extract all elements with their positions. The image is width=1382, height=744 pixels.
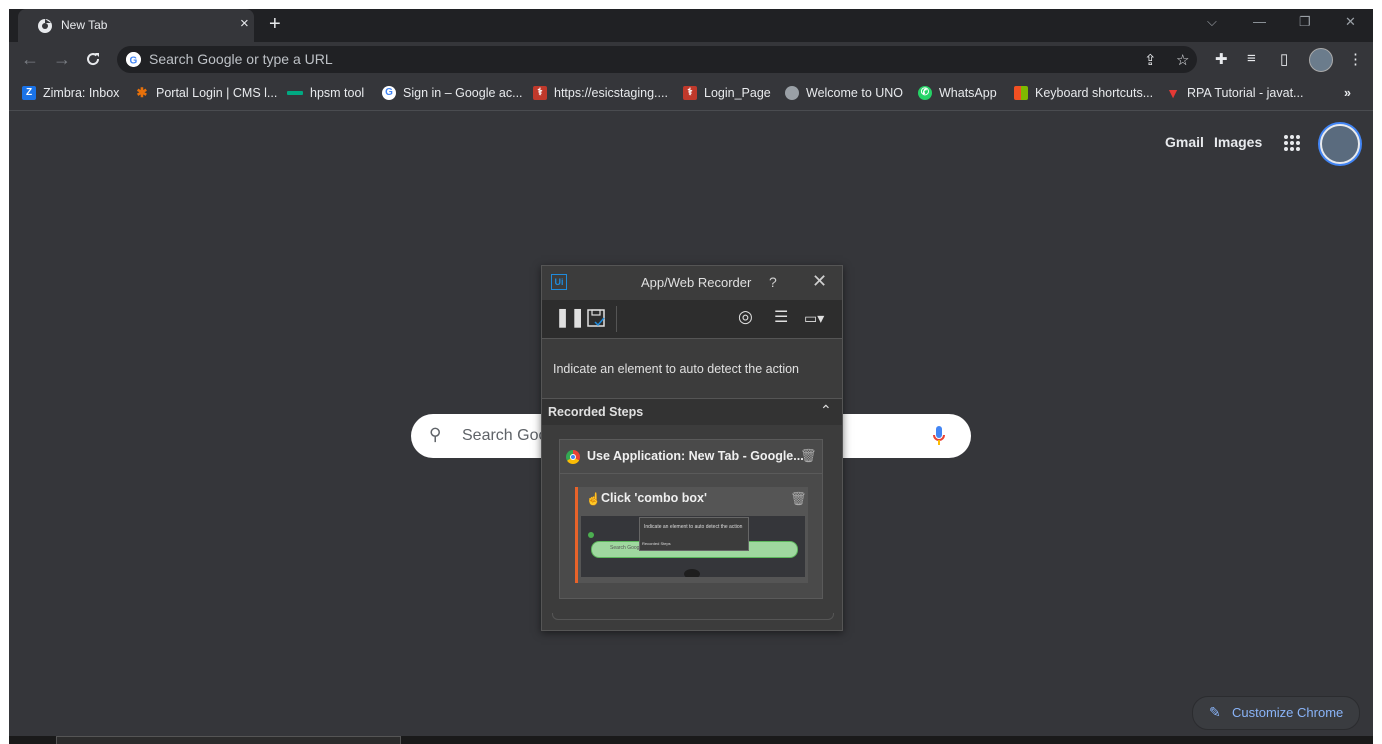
pencil-icon: ✎ [1209, 704, 1221, 720]
portal-icon: ✱ [136, 85, 148, 100]
trash-icon[interactable]: 🗑 [800, 448, 817, 464]
microphone-icon[interactable] [932, 424, 946, 448]
menu-icon[interactable]: ⋮ [1348, 50, 1363, 68]
bookmark-portal-login[interactable]: ✱ Portal Login | CMS l... [135, 85, 278, 101]
step-screenshot-thumbnail: Search Google or type a URL Indicate an … [581, 516, 805, 577]
reading-list-icon[interactable]: ≡ [1247, 50, 1256, 67]
bookmark-esic-staging[interactable]: ⚕ https://esicstaging.... [533, 86, 668, 100]
side-panel-icon[interactable]: ▯ [1280, 50, 1288, 68]
save-and-exit-icon[interactable] [586, 308, 606, 328]
step-header: Use Application: New Tab - Google... 🗑 [560, 440, 822, 474]
step-use-application[interactable]: Use Application: New Tab - Google... 🗑 ☝… [559, 439, 823, 599]
recorder-hint: Indicate an element to auto detect the a… [553, 362, 800, 376]
toolbar-separator [616, 306, 617, 332]
customize-chrome-label: Customize Chrome [1232, 705, 1344, 720]
recorder-bottom-edge [552, 613, 834, 620]
javatpoint-icon: ▼ [1166, 85, 1180, 101]
tab-strip: New Tab × + ⌵ — ❐ ✕ [9, 9, 1373, 42]
bookmark-hpsm-tool[interactable]: hpsm tool [287, 86, 364, 100]
new-tab-button[interactable]: + [269, 13, 281, 36]
recorder-toolbar: ❚❚ ◎ ☰ ▭▾ [542, 300, 842, 339]
step-click-combo-box[interactable]: ☝ Click 'combo box' 🗑 Search Google or t… [575, 487, 808, 583]
svg-text:G: G [130, 56, 138, 67]
share-icon[interactable]: ⇪ [1144, 51, 1157, 69]
thumb-marker [588, 532, 594, 538]
hpsm-icon [287, 91, 303, 95]
recorded-steps-list: Use Application: New Tab - Google... 🗑 ☝… [542, 425, 842, 615]
taskbar-item[interactable] [56, 736, 401, 744]
extensions-icon[interactable]: ✚ [1215, 50, 1228, 68]
bookmarks-bar: Z Zimbra: Inbox ✱ Portal Login | CMS l... … [9, 78, 1373, 111]
chrome-icon [38, 19, 52, 33]
taskbar [9, 736, 1373, 744]
esic-icon: ⚕ [533, 86, 547, 100]
step-list-icon[interactable]: ☰ [774, 307, 788, 327]
recorded-steps-header[interactable]: Recorded Steps ⌃ [542, 398, 842, 426]
trash-icon[interactable]: 🗑 [790, 491, 807, 507]
step-use-application-title: Use Application: New Tab - Google... [587, 449, 804, 463]
collapse-chevron-icon[interactable]: ⌃ [820, 402, 832, 419]
bookmark-star-icon[interactable]: ☆ [1176, 51, 1189, 69]
omnibox[interactable]: G Search Google or type a URL ⇪ ☆ [117, 46, 1197, 73]
ntp-search-placeholder: Search Goo [462, 427, 548, 444]
globe-icon [785, 86, 799, 100]
zimbra-icon: Z [22, 86, 36, 100]
customize-chrome-button[interactable]: ✎ Customize Chrome [1192, 696, 1360, 730]
tab-search-icon[interactable]: ⌵ [1207, 14, 1217, 30]
bookmark-welcome-uno[interactable]: Welcome to UNO [785, 86, 903, 100]
help-icon[interactable]: ? [769, 274, 777, 290]
google-g-icon: G [126, 52, 141, 67]
bookmarks-overflow-button[interactable]: » [1344, 86, 1351, 100]
recorded-steps-label: Recorded Steps [548, 405, 644, 419]
tab-title: New Tab [61, 18, 108, 32]
recorder-header: Ui App/Web Recorder ? ✕ [542, 266, 842, 300]
profile-avatar-icon[interactable] [1309, 48, 1333, 72]
minimize-button[interactable]: — [1253, 14, 1266, 29]
window-close-button[interactable]: ✕ [1345, 14, 1356, 30]
tab-close-icon[interactable]: × [240, 15, 249, 32]
bookmark-google-signin[interactable]: G Sign in – Google ac... [382, 86, 523, 100]
target-icon[interactable]: ◎ [738, 307, 753, 327]
microsoft-icon [1014, 86, 1028, 100]
app-web-recorder-window: Ui App/Web Recorder ? ✕ ❚❚ ◎ ☰ ▭▾ Indica… [541, 265, 843, 631]
gmail-link[interactable]: Gmail [1165, 134, 1204, 150]
bookmark-whatsapp[interactable]: ✆ WhatsApp [918, 86, 997, 100]
images-link[interactable]: Images [1214, 134, 1262, 150]
recorder-close-icon[interactable]: ✕ [812, 271, 827, 292]
thumb-shape [684, 569, 700, 577]
click-hand-icon: ☝ [586, 492, 601, 506]
account-avatar[interactable] [1320, 124, 1360, 164]
apps-grid-icon[interactable] [1284, 135, 1302, 153]
omnibox-placeholder: Search Google or type a URL [149, 51, 333, 67]
whatsapp-icon: ✆ [918, 86, 932, 100]
step-click-title: Click 'combo box' [601, 491, 707, 505]
forward-button[interactable]: → [53, 49, 71, 70]
search-icon: ⚲ [429, 425, 442, 444]
google-icon: G [382, 86, 396, 100]
bookmark-login-page[interactable]: ⚕ Login_Page [683, 86, 771, 100]
esic-icon: ⚕ [683, 86, 697, 100]
restore-button[interactable]: ❐ [1299, 14, 1311, 30]
screenshot-dropdown-icon[interactable]: ▭▾ [804, 310, 824, 327]
uipath-logo-icon: Ui [551, 274, 567, 290]
bookmark-keyboard-shortcuts[interactable]: Keyboard shortcuts... [1014, 86, 1153, 100]
pause-icon[interactable]: ❚❚ [555, 307, 585, 328]
reload-icon[interactable] [85, 51, 101, 67]
tab-new-tab[interactable]: New Tab × [18, 9, 254, 42]
toolbar: ← → G Search Google or type a URL ⇪ ☆ ✚ … [9, 42, 1373, 78]
recorder-title: App/Web Recorder [641, 275, 752, 290]
bookmark-zimbra[interactable]: Z Zimbra: Inbox [22, 86, 119, 100]
chrome-icon [566, 450, 580, 464]
back-button[interactable]: ← [21, 49, 39, 70]
thumb-recorder-popup: Indicate an element to auto detect the a… [639, 517, 749, 551]
bookmark-rpa-tutorial[interactable]: ▼ RPA Tutorial - javat... [1166, 86, 1303, 100]
